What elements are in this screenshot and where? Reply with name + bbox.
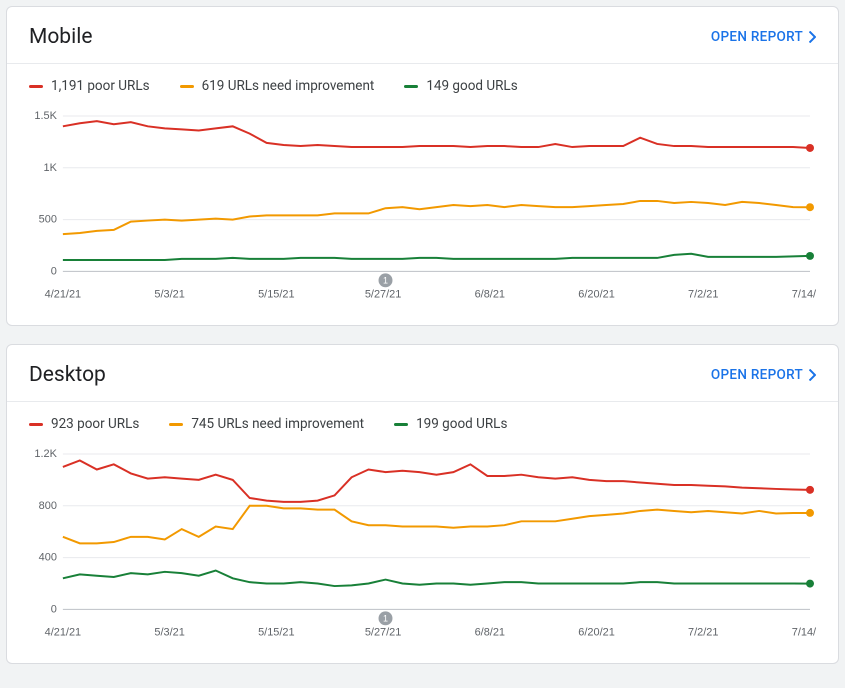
svg-text:6/20/21: 6/20/21 xyxy=(578,288,615,300)
legend-item-good: 199 good URLs xyxy=(394,416,507,432)
legend-label-poor: 923 poor URLs xyxy=(51,416,139,432)
chevron-right-icon xyxy=(809,31,816,43)
legend-item-poor: 923 poor URLs xyxy=(29,416,139,432)
legend-item-poor: 1,191 poor URLs xyxy=(29,78,150,94)
svg-text:1: 1 xyxy=(383,614,388,624)
svg-text:7/2/21: 7/2/21 xyxy=(688,627,718,639)
svg-text:5/3/21: 5/3/21 xyxy=(154,288,184,300)
svg-text:1: 1 xyxy=(383,275,388,285)
svg-text:800: 800 xyxy=(39,500,57,512)
legend-swatch-poor xyxy=(29,423,43,426)
legend-item-need: 745 URLs need improvement xyxy=(169,416,364,432)
svg-text:7/14/21: 7/14/21 xyxy=(792,288,816,300)
mobile-title: Mobile xyxy=(29,25,92,49)
legend-label-poor: 1,191 poor URLs xyxy=(51,78,150,94)
mobile-open-report-link[interactable]: OPEN REPORT xyxy=(711,29,816,45)
mobile-chart: 0 500 1K 1.5K 4/21/21 5/3/21 5/15/21 5/27/21 6/8… xyxy=(7,104,838,325)
svg-text:5/3/21: 5/3/21 xyxy=(154,627,184,639)
mobile-card: Mobile OPEN REPORT 1,191 poor URLs 619 U… xyxy=(6,6,839,326)
chevron-right-icon xyxy=(809,369,816,381)
open-report-label: OPEN REPORT xyxy=(711,29,803,45)
mobile-card-header: Mobile OPEN REPORT xyxy=(7,7,838,63)
legend-swatch-need xyxy=(180,85,194,88)
mobile-legend: 1,191 poor URLs 619 URLs need improvemen… xyxy=(7,64,838,104)
svg-text:5/27/21: 5/27/21 xyxy=(365,288,402,300)
open-report-label: OPEN REPORT xyxy=(711,367,803,383)
svg-text:5/15/21: 5/15/21 xyxy=(258,288,295,300)
legend-swatch-need xyxy=(169,423,183,426)
svg-text:0: 0 xyxy=(51,265,57,277)
legend-item-need: 619 URLs need improvement xyxy=(180,78,375,94)
svg-text:4/21/21: 4/21/21 xyxy=(45,627,82,639)
legend-swatch-poor xyxy=(29,85,43,88)
svg-text:6/8/21: 6/8/21 xyxy=(475,288,505,300)
svg-text:500: 500 xyxy=(39,214,57,226)
desktop-title: Desktop xyxy=(29,363,106,387)
legend-label-good: 199 good URLs xyxy=(416,416,507,432)
svg-text:6/20/21: 6/20/21 xyxy=(578,627,615,639)
svg-text:4/21/21: 4/21/21 xyxy=(45,288,82,300)
legend-label-good: 149 good URLs xyxy=(426,78,517,94)
svg-text:5/27/21: 5/27/21 xyxy=(365,627,402,639)
svg-text:6/8/21: 6/8/21 xyxy=(475,627,505,639)
desktop-open-report-link[interactable]: OPEN REPORT xyxy=(711,367,816,383)
desktop-chart-svg: 0 400 800 1.2K 4/21/21 5/3/21 5/15/21 5/27/21 6/… xyxy=(29,446,816,645)
svg-text:7/2/21: 7/2/21 xyxy=(688,288,718,300)
svg-text:1K: 1K xyxy=(44,162,58,174)
svg-text:1.2K: 1.2K xyxy=(34,448,57,460)
svg-text:400: 400 xyxy=(39,552,57,564)
desktop-card-header: Desktop OPEN REPORT xyxy=(7,345,838,401)
legend-swatch-good xyxy=(404,85,418,88)
legend-swatch-good xyxy=(394,423,408,426)
svg-text:1.5K: 1.5K xyxy=(34,110,57,122)
desktop-legend: 923 poor URLs 745 URLs need improvement … xyxy=(7,402,838,442)
svg-text:0: 0 xyxy=(51,604,57,616)
legend-item-good: 149 good URLs xyxy=(404,78,517,94)
desktop-card: Desktop OPEN REPORT 923 poor URLs 745 UR… xyxy=(6,344,839,664)
svg-text:5/15/21: 5/15/21 xyxy=(258,627,295,639)
legend-label-need: 619 URLs need improvement xyxy=(202,78,375,94)
desktop-chart: 0 400 800 1.2K 4/21/21 5/3/21 5/15/21 5/27/21 6/… xyxy=(7,442,838,663)
legend-label-need: 745 URLs need improvement xyxy=(191,416,364,432)
svg-text:7/14/21: 7/14/21 xyxy=(792,627,816,639)
mobile-chart-svg: 0 500 1K 1.5K 4/21/21 5/3/21 5/15/21 5/27/21 6/8… xyxy=(29,108,816,307)
